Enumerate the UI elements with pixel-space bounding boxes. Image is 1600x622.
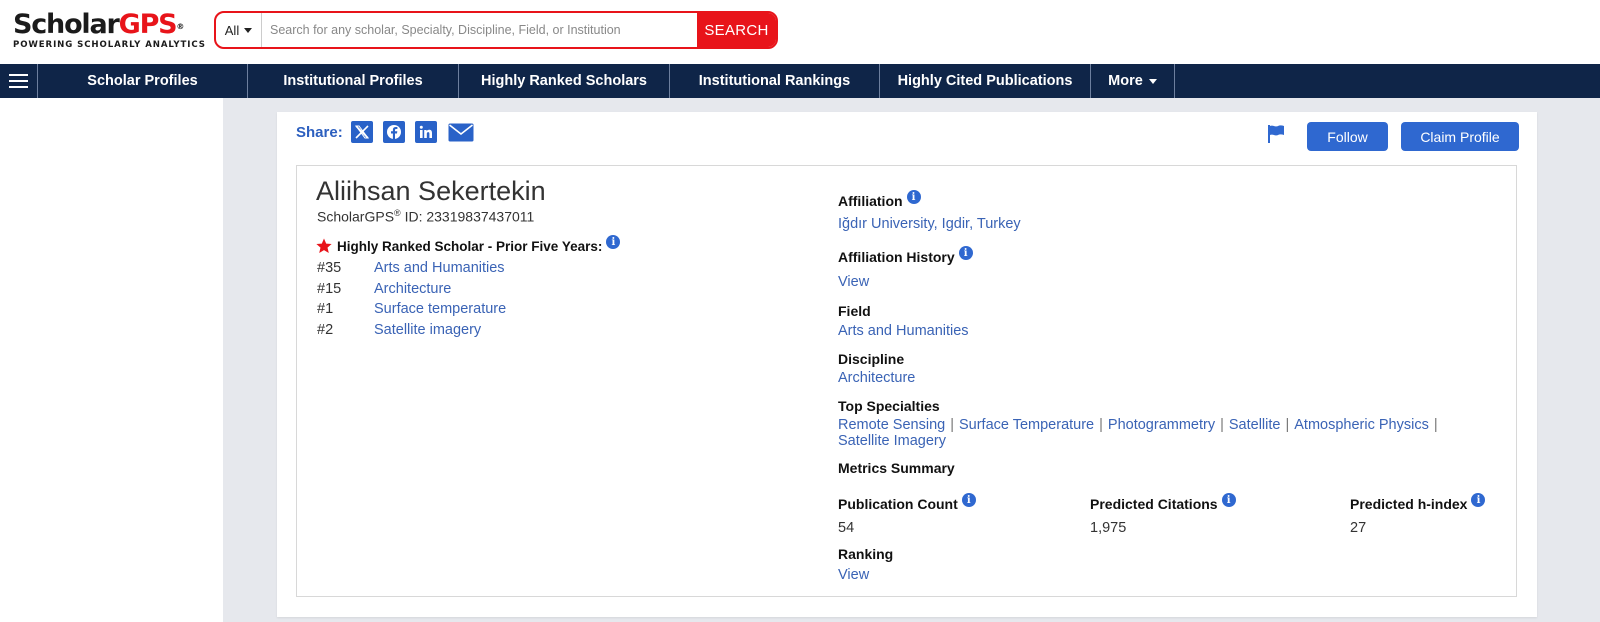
logo-gps-text: GPS <box>118 9 178 40</box>
ranking-label: Ranking <box>838 546 894 562</box>
search-button[interactable]: SEARCH <box>697 13 776 47</box>
predicted-h-index-label-text: Predicted h-index <box>1350 496 1468 512</box>
scholar-id-value: ID: 23319837437011 <box>400 208 535 225</box>
ranking-number: #15 <box>317 281 342 297</box>
field-link[interactable]: Arts and Humanities <box>838 323 969 339</box>
highly-ranked-title: Highly Ranked Scholar - Prior Five Years… <box>316 235 621 254</box>
info-icon[interactable]: i <box>606 235 621 249</box>
info-icon[interactable]: i <box>961 493 976 507</box>
specialty-link[interactable]: Photogrammetry <box>1108 417 1215 433</box>
ranking-row: #1 Surface temperature <box>317 301 506 317</box>
nav-highly-ranked-scholars[interactable]: Highly Ranked Scholars <box>459 64 670 98</box>
search-scope-value: All <box>224 22 240 38</box>
search-scope-select[interactable]: All <box>216 13 262 47</box>
affiliation-history-label-text: Affiliation History <box>838 249 955 265</box>
specialties-list: Remote Sensing | Surface Temperature | Photo… <box>838 417 1438 449</box>
scholargps-logo[interactable]: ScholarGPS® POWERING SCHOLARLY ANALYTICS <box>13 9 206 51</box>
ranking-link[interactable]: Architecture <box>374 281 451 297</box>
nav-highly-cited-publications[interactable]: Highly Cited Publications <box>880 64 1091 98</box>
facebook-icon[interactable] <box>382 121 405 143</box>
specialty-link[interactable]: Satellite <box>1229 417 1281 433</box>
discipline-label: Discipline <box>838 351 905 367</box>
scholar-id: ScholarGPS® ID: 23319837437011 <box>317 208 534 225</box>
follow-button[interactable]: Follow <box>1307 122 1388 151</box>
ranking-row: #2 Satellite imagery <box>317 322 481 338</box>
affiliation-link[interactable]: Iğdır University, Igdir, Turkey <box>838 216 1021 232</box>
publication-count-value: 54 <box>838 520 855 536</box>
ranking-number: #1 <box>317 301 334 317</box>
publication-count-label-text: Publication Count <box>838 496 958 512</box>
metrics-summary-label: Metrics Summary <box>838 460 955 476</box>
nav-scholar-profiles[interactable]: Scholar Profiles <box>38 64 248 98</box>
specialty-link[interactable]: Surface Temperature <box>959 417 1094 433</box>
claim-profile-button[interactable]: Claim Profile <box>1401 122 1519 151</box>
nav-more[interactable]: More <box>1091 64 1175 98</box>
affiliation-label: Affiliation i <box>838 190 921 209</box>
search-bar: All SEARCH <box>214 11 778 49</box>
logo-scholar-text: Scholar <box>13 9 120 40</box>
scholar-id-prefix: ScholarGPS <box>317 208 395 225</box>
scholar-id-reg: ® <box>394 208 401 218</box>
ranking-view-link[interactable]: View <box>838 567 869 583</box>
caret-down-icon <box>1148 78 1157 84</box>
nav-institutional-rankings[interactable]: Institutional Rankings <box>670 64 880 98</box>
info-icon[interactable]: i <box>1221 493 1236 507</box>
caret-down-icon <box>244 27 253 33</box>
predicted-h-index-value: 27 <box>1350 520 1367 536</box>
share-bar: Share: <box>296 121 475 143</box>
affiliation-history-view-link[interactable]: View <box>838 274 869 290</box>
logo-tagline: POWERING SCHOLARLY ANALYTICS <box>13 40 206 50</box>
specialty-link[interactable]: Satellite Imagery <box>838 433 946 449</box>
highly-ranked-label: Highly Ranked Scholar - Prior Five Years… <box>337 238 603 254</box>
discipline-link[interactable]: Architecture <box>838 370 915 386</box>
specialty-link[interactable]: Atmospheric Physics <box>1294 417 1429 433</box>
hamburger-menu-icon[interactable] <box>0 64 38 98</box>
flag-icon[interactable] <box>1266 124 1286 149</box>
share-label: Share: <box>296 123 343 141</box>
mail-icon[interactable] <box>447 121 475 143</box>
star-icon <box>316 238 332 253</box>
predicted-h-index-label: Predicted h-index i <box>1350 493 1486 512</box>
info-icon[interactable]: i <box>958 246 973 260</box>
ranking-row: #35 Arts and Humanities <box>317 260 505 276</box>
field-label: Field <box>838 303 871 319</box>
affiliation-history-label: Affiliation History i <box>838 246 973 265</box>
scholar-name: Aliihsan Sekertekin <box>316 176 546 206</box>
ranking-link[interactable]: Surface temperature <box>374 301 506 317</box>
ranking-number: #2 <box>317 322 334 338</box>
nav-more-label: More <box>1108 73 1143 89</box>
predicted-citations-label-text: Predicted Citations <box>1090 496 1218 512</box>
ranking-link[interactable]: Arts and Humanities <box>374 260 505 276</box>
search-input[interactable] <box>262 13 697 47</box>
info-icon[interactable]: i <box>906 190 921 204</box>
top-specialties-label: Top Specialties <box>838 398 940 414</box>
predicted-citations-value: 1,975 <box>1090 520 1127 536</box>
specialty-link[interactable]: Remote Sensing <box>838 417 945 433</box>
info-icon[interactable]: i <box>1471 493 1486 507</box>
main-nav: Scholar Profiles Institutional Profiles … <box>0 64 1600 98</box>
publication-count-label: Publication Count i <box>838 493 976 512</box>
logo-reg-mark: ® <box>176 22 185 31</box>
predicted-citations-label: Predicted Citations i <box>1090 493 1236 512</box>
ranking-number: #35 <box>317 260 342 276</box>
ranking-row: #15 Architecture <box>317 281 451 297</box>
ranking-link[interactable]: Satellite imagery <box>374 322 481 338</box>
nav-institutional-profiles[interactable]: Institutional Profiles <box>248 64 459 98</box>
linkedin-icon[interactable] <box>414 121 437 143</box>
affiliation-label-text: Affiliation <box>838 193 903 209</box>
x-icon[interactable] <box>350 121 373 143</box>
site-header: ScholarGPS® POWERING SCHOLARLY ANALYTICS… <box>0 0 1600 64</box>
